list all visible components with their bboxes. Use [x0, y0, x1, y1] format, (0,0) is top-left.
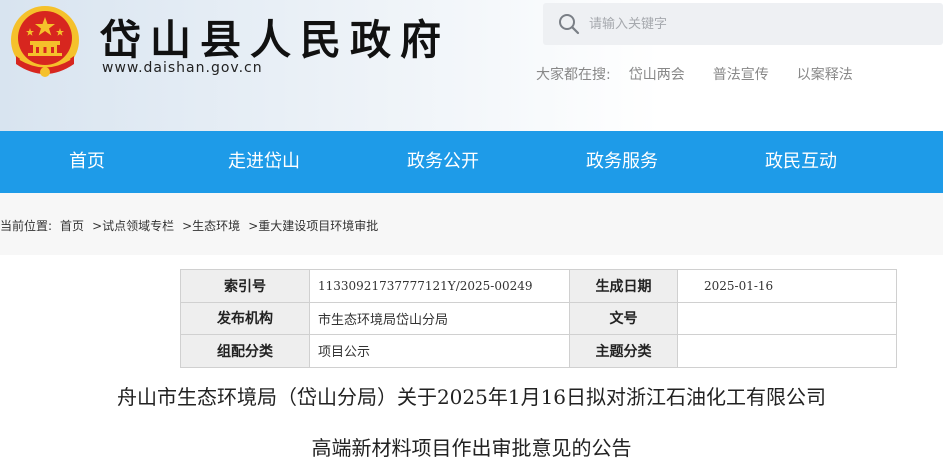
category-value: 项目公示: [309, 334, 570, 368]
hot-search: 大家都在搜: 岱山两会 普法宣传 以案释法: [536, 64, 881, 84]
table-row: 发布机构 市生态环境局岱山分局 文号: [180, 301, 897, 336]
table-row: 索引号 11330921737777121Y/2025-00249 生成日期 2…: [180, 269, 897, 303]
doc-no-value: [677, 301, 897, 336]
date-value: 2025-01-16: [677, 269, 897, 303]
hot-search-link[interactable]: 以案释法: [797, 64, 853, 84]
hot-search-link[interactable]: 普法宣传: [713, 64, 769, 84]
search-input[interactable]: [589, 9, 929, 39]
index-label: 索引号: [180, 269, 310, 303]
site-title: 岱山县人民政府: [100, 16, 450, 64]
nav-item-about[interactable]: 走进岱山: [228, 131, 300, 193]
breadcrumb-label: 当前位置:: [0, 219, 53, 233]
topic-label: 主题分类: [569, 334, 678, 368]
main-nav: 首页 走进岱山 政务公开 政务服务 政民互动: [0, 131, 943, 193]
nav-item-interaction[interactable]: 政民互动: [765, 131, 837, 193]
search-box: [543, 3, 943, 45]
nav-item-gov-affairs[interactable]: 政务公开: [407, 131, 479, 193]
table-row: 组配分类 项目公示 主题分类: [180, 334, 897, 368]
org-value: 市生态环境局岱山分局: [309, 301, 570, 336]
breadcrumb-item[interactable]: >生态环境: [182, 219, 240, 233]
date-label: 生成日期: [569, 269, 678, 303]
site-header: 岱山县人民政府 www.daishan.gov.cn 大家都在搜: 岱山两会 普…: [0, 0, 943, 131]
hot-search-label: 大家都在搜:: [536, 67, 611, 83]
breadcrumb-item[interactable]: >试点领域专栏: [92, 219, 174, 233]
breadcrumb-item[interactable]: 首页: [60, 219, 84, 233]
breadcrumb-item[interactable]: >重大建设项目环境审批: [248, 219, 378, 233]
index-value: 11330921737777121Y/2025-00249: [309, 269, 570, 303]
article-title: 舟山市生态环境局（岱山分局）关于2025年1月16日拟对浙江石油化工有限公司 高…: [0, 372, 943, 473]
site-url: www.daishan.gov.cn: [102, 60, 263, 76]
breadcrumb: 当前位置: 首页 >试点领域专栏 >生态环境 >重大建设项目环境审批: [0, 217, 378, 234]
org-label: 发布机构: [180, 301, 310, 336]
search-icon[interactable]: [557, 12, 581, 36]
document-info-table: 索引号 11330921737777121Y/2025-00249 生成日期 2…: [180, 269, 897, 368]
doc-no-label: 文号: [569, 301, 678, 336]
breadcrumb-bar: 当前位置: 首页 >试点领域专栏 >生态环境 >重大建设项目环境审批: [0, 193, 943, 255]
article-title-line: 高端新材料项目作出审批意见的公告: [311, 436, 632, 460]
nav-item-gov-services[interactable]: 政务服务: [586, 131, 658, 193]
national-emblem-icon: [11, 6, 79, 77]
article-title-line: 舟山市生态环境局（岱山分局）关于2025年1月16日拟对浙江石油化工有限公司: [116, 385, 827, 409]
hot-search-link[interactable]: 岱山两会: [629, 64, 685, 84]
topic-value: [677, 334, 897, 368]
nav-item-home[interactable]: 首页: [69, 131, 105, 193]
category-label: 组配分类: [180, 334, 310, 368]
